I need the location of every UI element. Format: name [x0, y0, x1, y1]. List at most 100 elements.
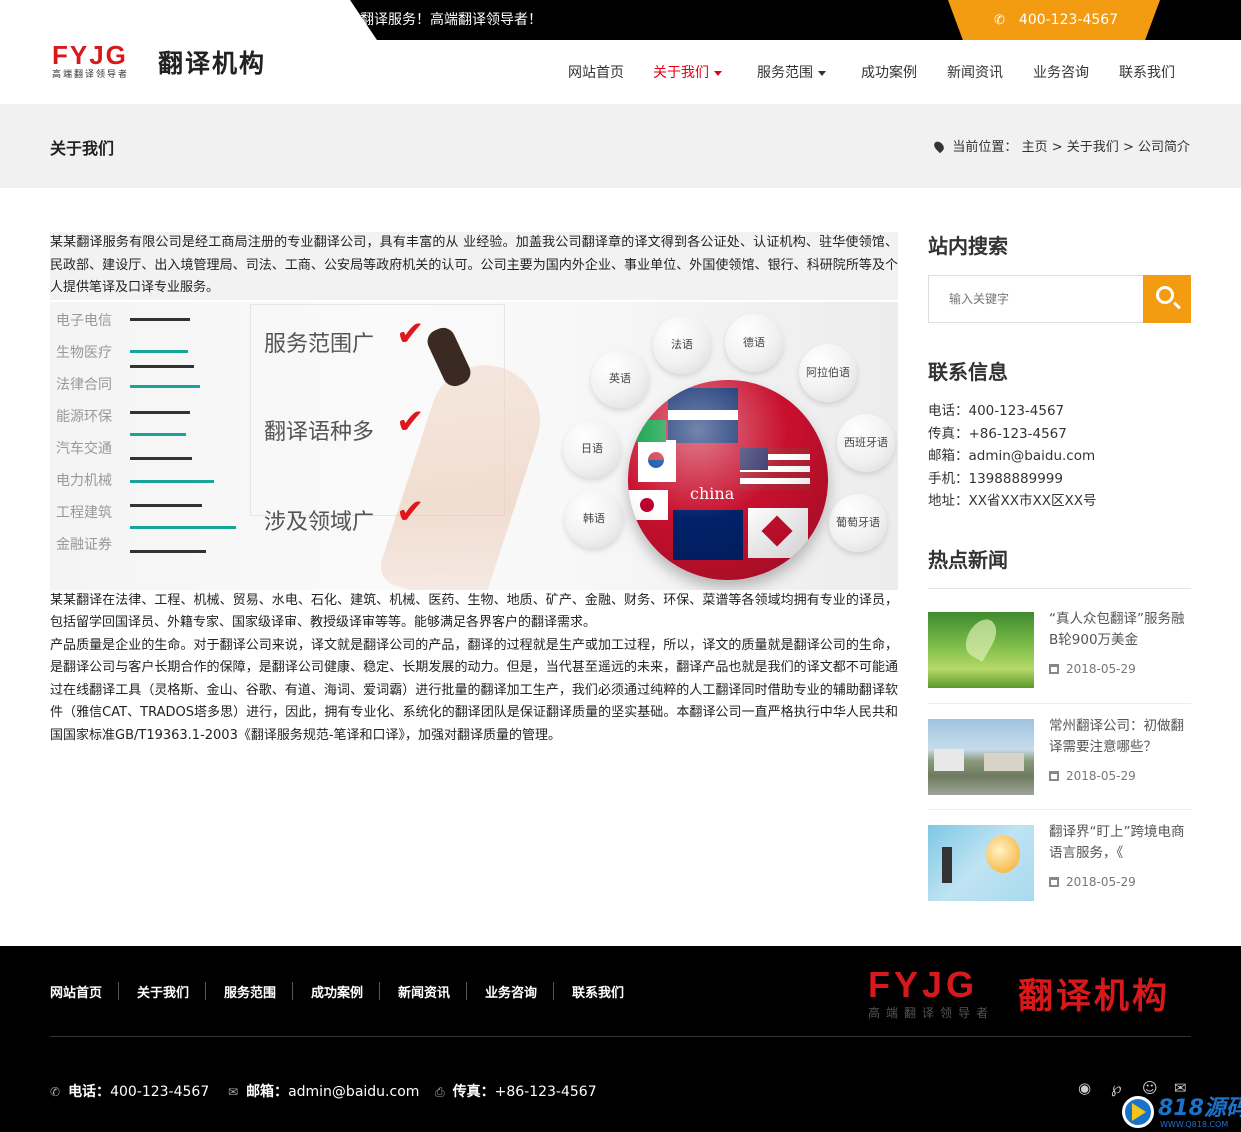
language-bubble: 日语	[563, 419, 621, 478]
field-bar	[130, 432, 186, 436]
location-pin-icon	[932, 139, 947, 154]
nav-item-label: 联系我们	[1119, 65, 1175, 81]
article-paragraph: 产品质量是企业的生命。对于翻译公司来说，译文就是翻译公司的产品，翻译的过程就是生…	[50, 637, 898, 743]
checkmark-icon: ✔	[396, 491, 425, 532]
footer-nav-cases[interactable]: 成功案例	[311, 982, 363, 1001]
search-heading: 站内搜索	[928, 234, 1008, 258]
field-bar	[130, 317, 190, 321]
building-image	[934, 749, 964, 771]
breadcrumb-current: 公司简介	[1137, 140, 1190, 155]
nav-item-contact[interactable]: 联系我们	[1119, 62, 1175, 82]
language-bubble: 法语	[653, 315, 711, 374]
news-thumbnail[interactable]	[928, 612, 1034, 688]
sprout-image	[959, 614, 1003, 662]
footer-logo[interactable]: FYJG 高端翻译领导者 翻译机构	[868, 964, 1188, 1024]
contact-email[interactable]: 邮箱：admin@baidu.com	[928, 445, 1097, 468]
hot-news-heading: 热点新闻	[928, 548, 1008, 572]
nav-item-consult[interactable]: 业务咨询	[1033, 62, 1089, 82]
calendar-icon	[1049, 771, 1059, 781]
watermark-url: WWW.Q818.COM	[1160, 1120, 1229, 1129]
footer-nav-contact[interactable]: 联系我们	[572, 982, 624, 1001]
news-title[interactable]: “真人众包翻译”服务融B轮900万美金	[1049, 609, 1191, 651]
watermark-text: 818源码	[1158, 1096, 1241, 1121]
nav-item-label: 服务范围	[757, 65, 813, 81]
feature-label: 服务范围广	[264, 331, 375, 357]
breadcrumb-about[interactable]: 关于我们	[1067, 140, 1119, 155]
fax-icon: ⎙	[435, 1085, 445, 1099]
field-label: 电力机械	[56, 472, 112, 489]
footer-nav-services[interactable]: 服务范围	[224, 982, 276, 1001]
news-date: 2018-05-29	[1049, 875, 1136, 889]
nav-item-services[interactable]: 服务范围	[757, 62, 826, 82]
phone-icon: ✆	[50, 1085, 61, 1099]
footer-nav-consult[interactable]: 业务咨询	[485, 982, 537, 1001]
top-bar-slogan: 于翻译服务！高端翻译领导者！	[346, 12, 542, 28]
contact-phone: 电话：400-123-4567	[928, 403, 1065, 419]
news-thumbnail[interactable]	[928, 825, 1034, 901]
field-label: 工程建筑	[56, 504, 112, 521]
news-thumbnail[interactable]	[928, 719, 1034, 795]
article-paragraph: 某某翻译在法律、工程、机械、贸易、水电、石化、建筑、机械、医药、生物、地质、矿产…	[50, 592, 898, 631]
calendar-icon	[1049, 877, 1059, 887]
news-item[interactable]: 翻译界“盯上”跨境电商语言服务，《 2018-05-29	[928, 822, 1191, 931]
nav-item-label: 关于我们	[653, 65, 709, 81]
field-bar	[130, 479, 214, 483]
search-box	[928, 275, 1191, 323]
lightbulb-image	[986, 835, 1020, 873]
search-button[interactable]	[1143, 275, 1191, 323]
sidebar: 站内搜索 联系信息 电话：400-123-4567 传真：+86-123-456…	[928, 230, 1191, 901]
news-title[interactable]: 翻译界“盯上”跨境电商语言服务，《	[1049, 822, 1191, 864]
footer-divider	[50, 1036, 1191, 1037]
watermark-play-triangle	[1132, 1103, 1146, 1121]
weibo-icon[interactable]: ◉	[1078, 1079, 1091, 1097]
footer-logo-name: 翻译机构	[1018, 977, 1171, 1017]
field-bar	[130, 503, 202, 507]
top-bar-phone[interactable]: ✆ 400-123-4567	[994, 0, 1118, 40]
news-separator	[928, 809, 1191, 810]
language-bubble: 葡萄牙语	[829, 493, 887, 552]
news-title[interactable]: 常州翻译公司：初做翻译需要注意哪些？	[1049, 716, 1191, 758]
article-figure: 电子电信 生物医疗 法律合同 能源环保 汽车交通 电力机械 工程建筑 金融证券 …	[50, 301, 898, 590]
search-input[interactable]	[929, 276, 1143, 322]
news-date: 2018-05-29	[1049, 769, 1136, 783]
footer-fax-value: +86-123-4567	[494, 1084, 597, 1100]
footer-email-value[interactable]: admin@baidu.com	[288, 1084, 419, 1100]
field-bar	[130, 349, 188, 353]
footer-email: ✉ 邮箱：admin@baidu.com	[228, 1081, 419, 1101]
footer-nav-divider	[292, 982, 293, 1000]
nav-item-cases[interactable]: 成功案例	[861, 62, 917, 82]
nav-item-about[interactable]: 关于我们	[653, 62, 722, 82]
news-date-text: 2018-05-29	[1066, 875, 1136, 889]
building-image	[984, 753, 1024, 771]
logo-name: 翻译机构	[158, 49, 267, 78]
person-image	[942, 847, 952, 883]
footer-fax-label: 传真：	[452, 1084, 495, 1100]
breadcrumb-home[interactable]: 主页	[1022, 140, 1048, 155]
contact-fax: 传真：+86-123-4567	[928, 425, 1067, 442]
footer-nav-home[interactable]: 网站首页	[50, 982, 102, 1001]
field-label: 法律合同	[56, 376, 112, 393]
calendar-icon	[1049, 664, 1059, 674]
nav-item-label: 网站首页	[568, 65, 624, 81]
news-date-text: 2018-05-29	[1066, 769, 1136, 783]
footer-nav-divider	[118, 982, 119, 1000]
footer-logo-tagline: 高端翻译领导者	[868, 1006, 995, 1020]
page-title-strip: 关于我们 当前位置： 主页 > 关于我们 > 公司简介	[0, 104, 1241, 188]
breadcrumb-separator: >	[1051, 140, 1063, 155]
footer-nav-divider	[205, 982, 206, 1000]
field-bar	[130, 549, 206, 553]
nav-item-news[interactable]: 新闻资讯	[947, 62, 1003, 82]
page-title: 关于我们	[50, 139, 115, 158]
caret-down-icon	[714, 70, 722, 76]
phone-icon: ✆	[994, 13, 1005, 28]
footer-nav-about[interactable]: 关于我们	[137, 982, 189, 1001]
globe-shine	[628, 379, 828, 580]
site-logo[interactable]: FYJG 高端翻译领导者 翻译机构	[52, 40, 282, 80]
flag-globe-image: china	[628, 379, 828, 580]
breadcrumb-label: 当前位置：	[952, 140, 1018, 155]
checkmark-icon: ✔	[396, 313, 425, 354]
field-label: 能源环保	[56, 408, 112, 425]
footer-nav-news[interactable]: 新闻资讯	[398, 982, 450, 1001]
nav-item-home[interactable]: 网站首页	[568, 62, 624, 82]
field-label: 生物医疗	[56, 344, 112, 361]
